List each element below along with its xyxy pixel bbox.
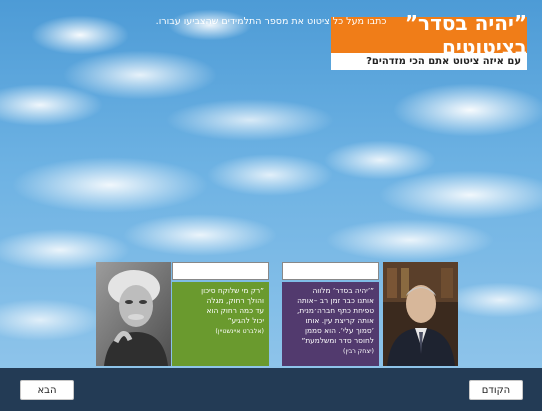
rabin-portrait-icon	[383, 262, 458, 366]
quote-author: (אלברט איינשטיין)	[215, 328, 264, 335]
page-subtitle: עם איזה ציטוט אתם הכי מזדהים?	[331, 53, 527, 70]
quote-line: ’סמוך עלי’. הוא סממן	[304, 326, 374, 335]
einstein-portrait-icon	[96, 262, 171, 366]
next-button[interactable]: הבא	[20, 380, 74, 400]
previous-button[interactable]: הקודם	[469, 380, 523, 400]
quote-line: לחוסר סדר ומשלמעת”	[301, 336, 374, 345]
quote-line: ”’יהיה בסדר’ מלווה	[312, 286, 374, 295]
quote-line: עד כמה רחוק הוא	[206, 306, 264, 315]
quote-line: ”רק מי שלוקח סיכון	[201, 286, 264, 295]
footer-bar	[0, 368, 542, 411]
einstein-quote-card: ”רק מי שלוקח סיכון והולך רחוק, מגלה עד כ…	[172, 282, 269, 366]
quote-line: והולך רחוק, מגלה	[206, 296, 264, 305]
quote-author: (יצחק רבין)	[343, 348, 374, 355]
einstein-votes-input[interactable]	[172, 262, 269, 280]
quote-line: טפיחת כתף חברה׳מנית,	[297, 306, 374, 315]
quote-line: אותנו כבר זמן רב –אותה	[297, 296, 374, 305]
instruction-text: כתבו מעל כל ציטוט את מספר התלמידים שהצבי…	[155, 16, 387, 27]
quote-line: יכול להגיע”	[227, 316, 264, 325]
quote-line: אותה קריצת עין. אותו	[305, 316, 374, 325]
rabin-votes-input[interactable]	[282, 262, 379, 280]
rabin-quote-card: ”’יהיה בסדר’ מלווה אותנו כבר זמן רב –אות…	[282, 282, 379, 366]
